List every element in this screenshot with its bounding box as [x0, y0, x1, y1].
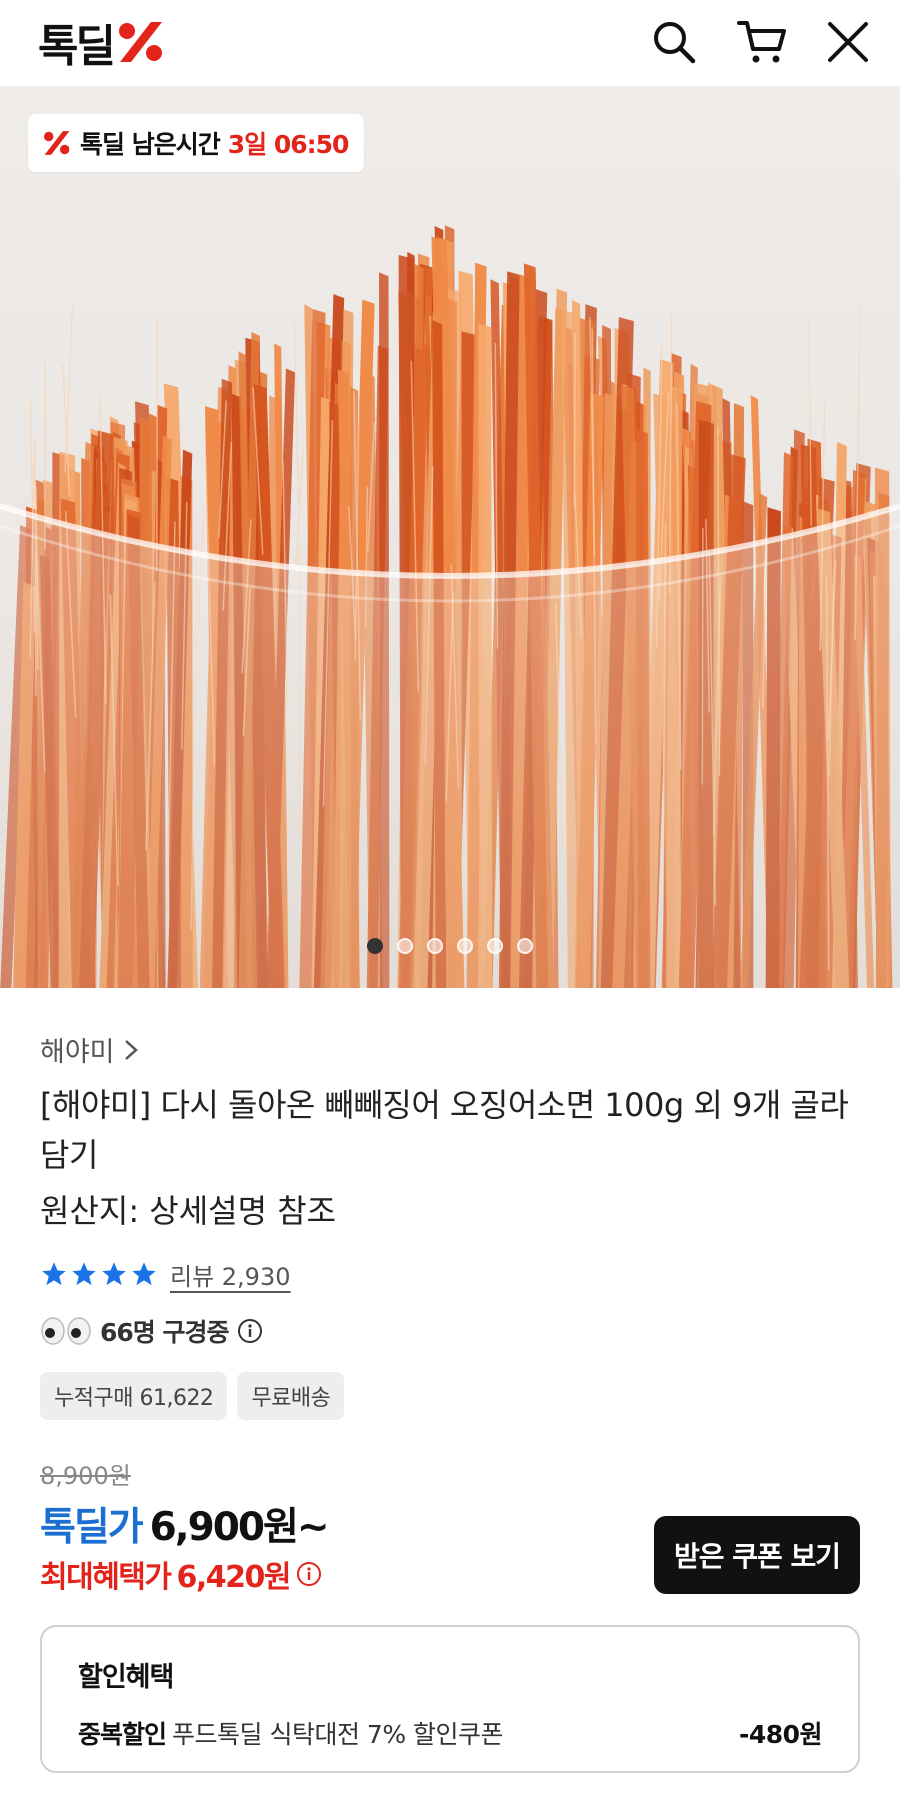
close-icon[interactable]: [820, 14, 876, 70]
star-icon: [102, 1262, 126, 1286]
discount-benefits-box: 할인혜택 중복할인 푸드톡딜 식탁대전 7% 할인쿠폰 -480원: [40, 1625, 860, 1773]
deal-price: 6,900원~: [149, 1505, 330, 1550]
product-image-carousel[interactable]: 톡딜 남은시간 3일 06:50: [0, 86, 900, 988]
carousel-dot[interactable]: [457, 938, 473, 954]
chevron-right-icon: [124, 1039, 138, 1060]
product-tags: 누적구매 61,622 무료배송: [40, 1372, 345, 1420]
star-icon: [42, 1262, 66, 1286]
info-icon[interactable]: [237, 1318, 263, 1344]
info-icon[interactable]: [296, 1561, 322, 1587]
carousel-dot[interactable]: [487, 938, 503, 954]
star-icon: [132, 1262, 156, 1286]
percent-logo-icon: [118, 22, 162, 62]
viewers-row: 66명 구경중: [40, 1312, 263, 1350]
timer-label: 톡딜 남은시간: [80, 130, 221, 159]
tag-cumulative-purchases: 누적구매 61,622: [40, 1372, 228, 1420]
carousel-dot[interactable]: [427, 938, 443, 954]
discount-description: 푸드톡딜 식탁대전 7% 할인쿠폰: [172, 1720, 504, 1749]
deal-price-label: 톡딜가: [40, 1505, 144, 1550]
star-icon: [72, 1262, 96, 1286]
discount-row: 중복할인 푸드톡딜 식탁대전 7% 할인쿠폰 -480원: [78, 1715, 823, 1751]
origin-info: 원산지: 상세설명 참조: [40, 1192, 337, 1230]
logo[interactable]: 톡딜: [38, 14, 165, 72]
deal-timer-badge: 톡딜 남은시간 3일 06:50: [28, 114, 365, 172]
discount-title: 할인혜택: [78, 1662, 174, 1693]
cart-icon[interactable]: [734, 14, 790, 70]
max-benefit-row: 최대혜택가 6,420원: [40, 1552, 322, 1596]
discount-amount: -480원: [738, 1720, 823, 1749]
tag-free-shipping: 무료배송: [237, 1372, 345, 1420]
max-benefit-label: 최대혜택가: [40, 1560, 172, 1595]
product-photo: [0, 225, 900, 988]
eyes-icon: [41, 1317, 91, 1345]
carousel-dot[interactable]: [517, 938, 533, 954]
rating-row[interactable]: 리뷰 2,930: [40, 1256, 291, 1292]
brand-name: 해야미: [40, 1037, 115, 1068]
logo-text: 톡딜: [38, 21, 116, 72]
carousel-dot[interactable]: [397, 938, 413, 954]
product-title: [해야미] 다시 돌아온 빼빼징어 오징어소면 100g 외 9개 골라담기: [40, 1086, 849, 1174]
max-benefit-price: 6,420원: [176, 1560, 292, 1595]
original-price: 8,900원: [40, 1462, 131, 1490]
view-coupons-button[interactable]: 받은 쿠폰 보기: [654, 1516, 860, 1594]
deal-price-row: 톡딜가 6,900원~: [40, 1496, 330, 1552]
carousel-dot[interactable]: [367, 938, 383, 954]
discount-type: 중복할인: [78, 1720, 167, 1749]
brand-link[interactable]: 해야미: [40, 1030, 139, 1069]
star-rating: [40, 1260, 158, 1288]
review-count-link[interactable]: 리뷰 2,930: [170, 1257, 291, 1292]
search-icon[interactable]: [646, 14, 702, 70]
percent-small-icon: [44, 131, 70, 155]
carousel-indicator: [0, 938, 900, 954]
timer-value: 3일 06:50: [227, 130, 350, 159]
viewers-count: 66명 구경중: [100, 1318, 229, 1347]
top-bar: 톡딜: [0, 0, 900, 86]
